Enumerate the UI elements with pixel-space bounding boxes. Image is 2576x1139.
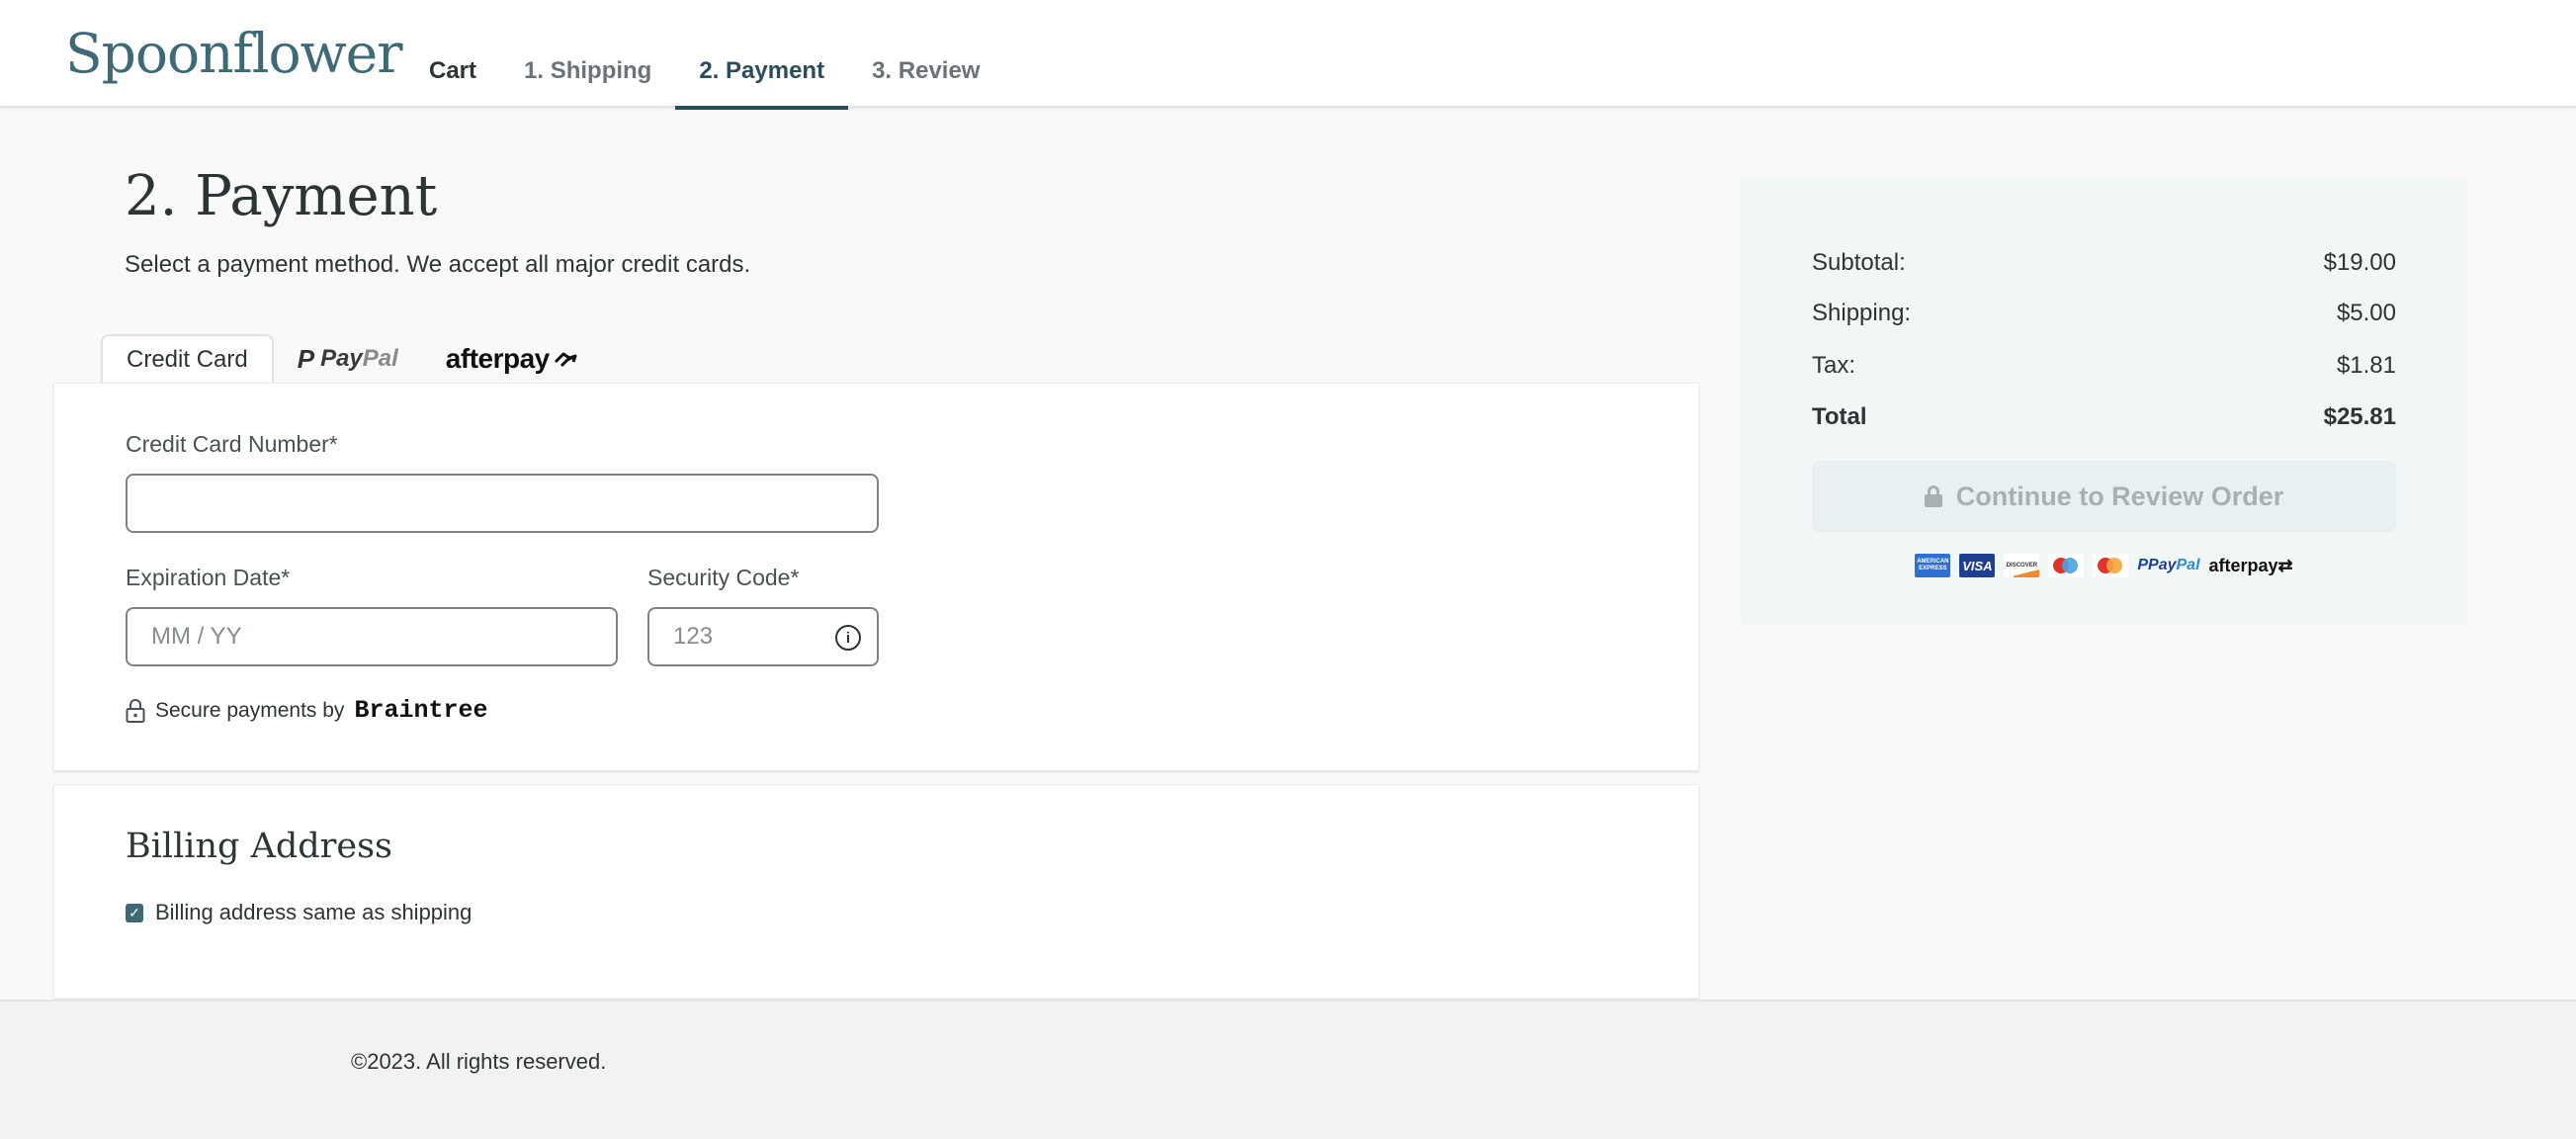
nav-step-payment[interactable]: 2. Payment: [675, 0, 848, 110]
total-label: Total: [1812, 403, 1867, 430]
continue-to-review-button[interactable]: Continue to Review Order: [1812, 461, 2396, 532]
billing-address-title: Billing Address: [126, 827, 393, 866]
afterpay-arrows-icon: [554, 352, 577, 368]
visa-icon: VISA: [1959, 554, 1996, 577]
tax-label: Tax:: [1812, 352, 1856, 379]
secure-payments-note: Secure payments by Braintree: [126, 696, 487, 725]
summary-row-tax: Tax: $1.81: [1812, 352, 2396, 380]
tab-credit-card[interactable]: Credit Card: [101, 334, 274, 384]
maestro-icon: [2048, 554, 2085, 577]
amex-icon: AMERICAN EXPRESS: [1915, 554, 1951, 577]
secure-payments-text: Secure payments by: [155, 698, 345, 722]
mastercard-icon: [2093, 554, 2129, 577]
security-code-placeholder: 123: [673, 623, 714, 650]
billing-same-label: Billing address same as shipping: [155, 900, 472, 924]
security-code-label: Security Code*: [647, 565, 800, 590]
summary-row-shipping: Shipping: $5.00: [1812, 300, 2396, 327]
summary-row-total: Total $25.81: [1812, 403, 2396, 431]
billing-address-card: Billing Address ✓ Billing address same a…: [53, 784, 1699, 999]
afterpay-icon: afterpay ⇄: [2208, 555, 2293, 575]
nav-cart[interactable]: Cart: [405, 0, 500, 108]
info-icon[interactable]: i: [835, 625, 861, 651]
billing-same-checkbox[interactable]: ✓: [126, 903, 143, 922]
page-subtitle: Select a payment method. We accept all m…: [125, 251, 751, 278]
expiration-date-input[interactable]: MM / YY: [126, 607, 618, 666]
site-footer: ©2023. All rights reserved.: [0, 1000, 2576, 1139]
lock-icon: [1924, 485, 1942, 507]
subtotal-label: Subtotal:: [1812, 249, 1906, 276]
continue-button-label: Continue to Review Order: [1955, 481, 2284, 511]
credit-card-form-card: Credit Card Number* Expiration Date* MM …: [53, 383, 1699, 771]
tax-value: $1.81: [2336, 352, 2396, 379]
tab-afterpay[interactable]: afterpay: [422, 334, 603, 384]
paypal-pal-text: Pal: [362, 345, 398, 372]
security-code-input[interactable]: 123 i: [647, 607, 879, 666]
afterpay-text: afterpay: [445, 343, 550, 374]
afterpay-small-text: afterpay: [2208, 555, 2278, 575]
subtotal-value: $19.00: [2323, 249, 2396, 276]
nav-step-shipping[interactable]: 1. Shipping: [500, 0, 675, 108]
shipping-label: Shipping:: [1812, 300, 1912, 326]
copyright-text: ©2023. All rights reserved.: [351, 1049, 607, 1074]
shipping-value: $5.00: [2336, 300, 2396, 326]
payment-method-tabs: Credit Card P PayPal afterpay: [101, 334, 603, 384]
lock-icon: [126, 698, 145, 723]
accepted-payment-logos: AMERICAN EXPRESS VISA DISCOVER P Pay Pal …: [1741, 554, 2467, 577]
site-header: Spoonflower Cart 1. Shipping 2. Payment …: [0, 0, 2576, 110]
card-number-label: Credit Card Number*: [126, 431, 338, 457]
afterpay-logo: afterpay: [446, 343, 579, 375]
page-title: 2. Payment: [125, 164, 438, 228]
billing-same-as-shipping[interactable]: ✓ Billing address same as shipping: [126, 900, 472, 925]
summary-row-subtotal: Subtotal: $19.00: [1812, 249, 2396, 277]
checkout-steps-nav: Cart 1. Shipping 2. Payment 3. Review: [405, 0, 1003, 110]
paypal-icon: P Pay Pal: [2137, 557, 2200, 573]
paypal-logo: P PayPal: [298, 344, 398, 375]
spoonflower-logo[interactable]: Spoonflower: [65, 22, 403, 85]
discover-icon: DISCOVER: [2004, 554, 2040, 577]
order-summary: Subtotal: $19.00 Shipping: $5.00 Tax: $1…: [1741, 178, 2467, 626]
total-value: $25.81: [2323, 403, 2396, 430]
paypal-p-icon: P: [297, 343, 315, 374]
braintree-logo: Braintree: [354, 696, 488, 725]
paypal-pal-small: Pal: [2176, 557, 2200, 573]
nav-step-review[interactable]: 3. Review: [848, 0, 1003, 108]
paypal-pay-text: Pay: [320, 345, 363, 372]
expiration-date-label: Expiration Date*: [126, 565, 291, 590]
paypal-pay-small: Pay: [2148, 557, 2177, 573]
tab-paypal[interactable]: P PayPal: [274, 334, 422, 384]
card-number-input[interactable]: [126, 474, 879, 533]
